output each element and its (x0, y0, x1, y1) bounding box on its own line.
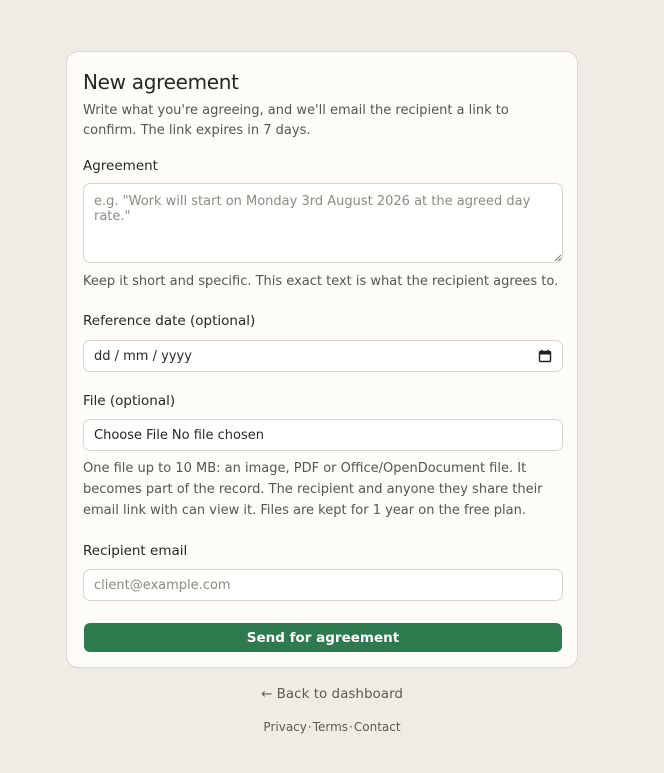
page-title: New agreement (83, 70, 239, 94)
send-for-agreement-button[interactable]: Send for agreement (84, 623, 562, 652)
reference-date-input[interactable]: dd / mm / yyyy (83, 340, 563, 372)
new-agreement-card: New agreement Write what you're agreeing… (66, 51, 578, 668)
back-to-dashboard-link[interactable]: ← Back to dashboard (0, 686, 664, 702)
recipient-email-label: Recipient email (83, 543, 188, 559)
footer-separator: · (307, 720, 312, 734)
choose-file-button[interactable]: Choose File (94, 428, 168, 443)
agreement-help-text: Keep it short and specific. This exact t… (83, 274, 559, 289)
contact-link[interactable]: Contact (354, 720, 401, 734)
intro-text: Write what you're agreeing, and we'll em… (83, 103, 509, 138)
recipient-email-input[interactable] (83, 569, 563, 601)
file-label: File (optional) (83, 393, 176, 409)
date-placeholder: dd / mm / yyyy (94, 348, 192, 364)
resize-grip-icon[interactable] (554, 254, 562, 262)
file-help-text: One file up to 10 MB: an image, PDF or O… (83, 461, 543, 518)
reference-date-label: Reference date (optional) (83, 313, 256, 329)
agreement-textarea[interactable] (83, 183, 563, 263)
agreement-label: Agreement (83, 158, 158, 174)
file-status: No file chosen (171, 427, 264, 443)
footer-separator: · (349, 720, 353, 734)
privacy-link[interactable]: Privacy (263, 720, 306, 734)
terms-link[interactable]: Terms (313, 720, 348, 734)
calendar-icon[interactable] (538, 349, 552, 363)
file-input[interactable]: Choose File No file chosen (83, 419, 563, 451)
footer-links: Privacy·Terms·Contact (0, 720, 664, 734)
